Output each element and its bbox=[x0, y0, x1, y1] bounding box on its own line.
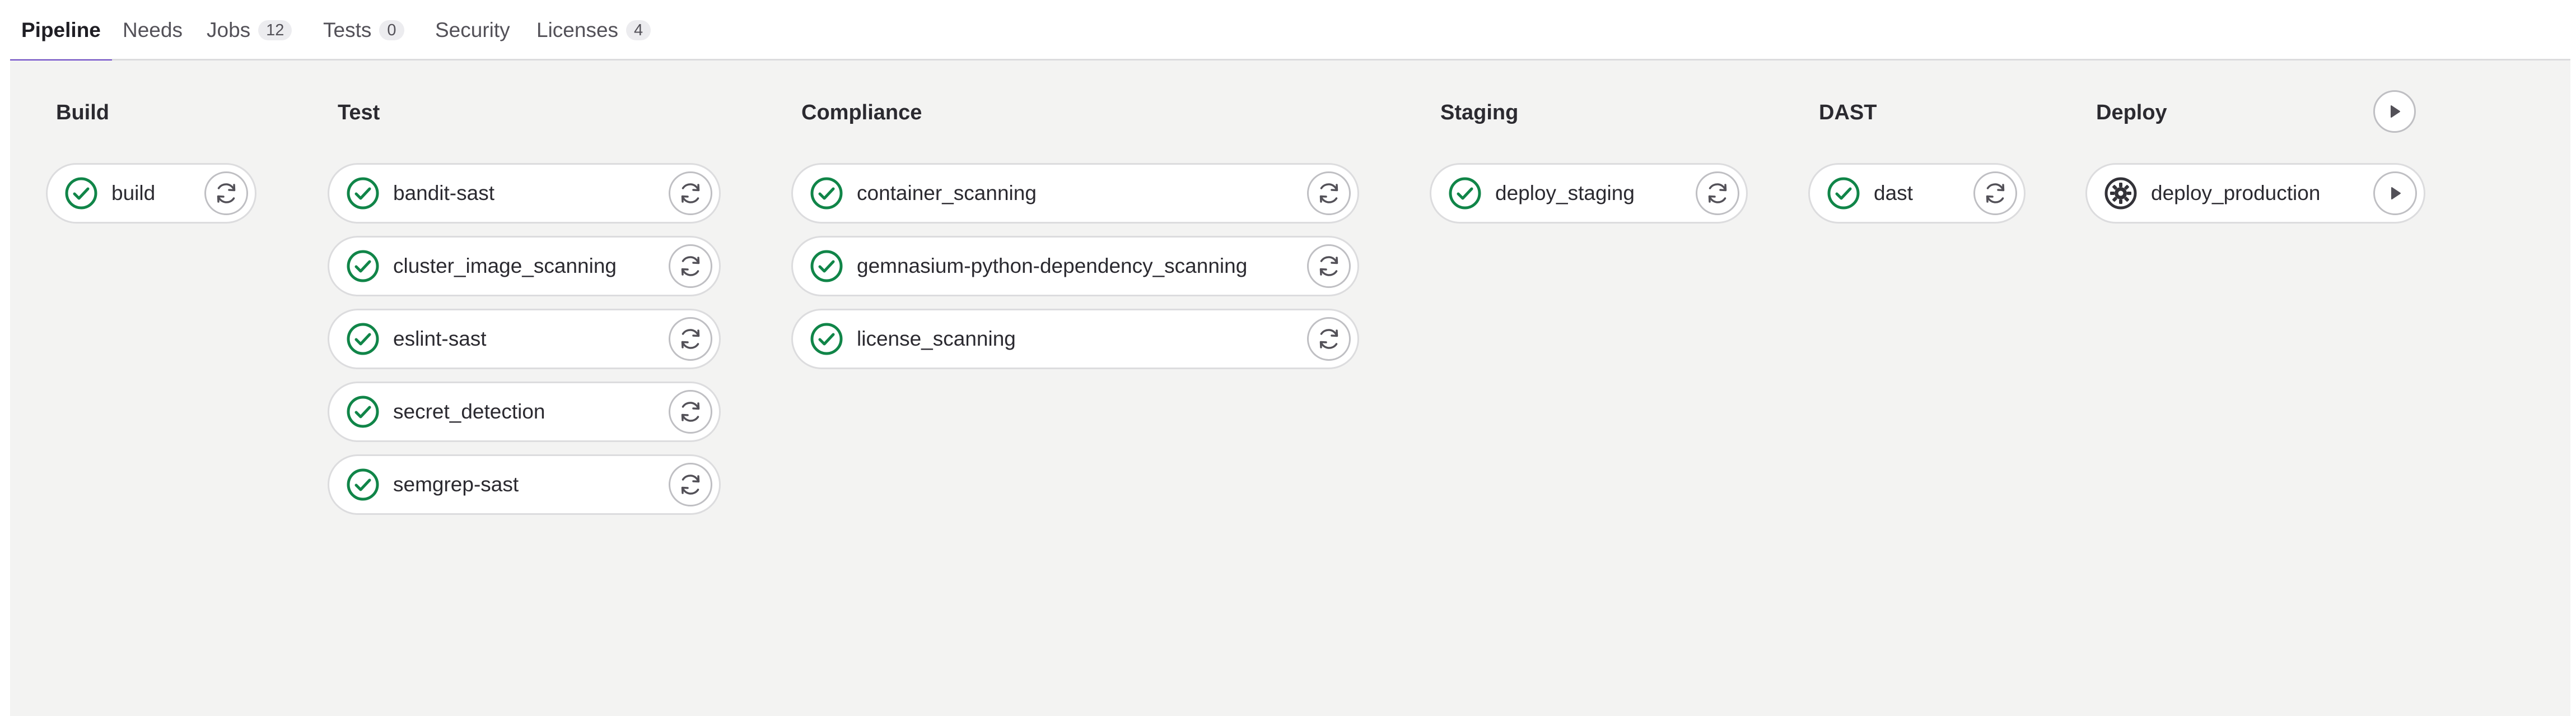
count-badge: 12 bbox=[258, 20, 292, 40]
tab-tests[interactable]: Tests 0 bbox=[323, 0, 404, 61]
job-item[interactable]: bandit-sast bbox=[328, 163, 721, 224]
job-name: license_scanning bbox=[857, 327, 1016, 350]
tab-pipeline[interactable]: Pipeline bbox=[10, 0, 112, 62]
retry-button[interactable] bbox=[1307, 317, 1351, 361]
check-circle-icon bbox=[347, 323, 379, 355]
status-check-circle-icon bbox=[1448, 176, 1482, 210]
job-item[interactable]: gemnasium-python-dependency_scanning bbox=[791, 236, 1359, 296]
status-check-circle-icon bbox=[810, 322, 843, 356]
job-item[interactable]: semgrep-sast bbox=[328, 454, 721, 515]
tab-security[interactable]: Security bbox=[435, 0, 510, 61]
stage-play-button[interactable] bbox=[2373, 90, 2416, 133]
retry-icon bbox=[1986, 183, 2005, 203]
status-check-circle-icon bbox=[346, 322, 380, 356]
status-check-circle-icon bbox=[346, 395, 380, 429]
stage-title: Test bbox=[338, 101, 380, 124]
retry-button[interactable] bbox=[669, 390, 712, 434]
job-name: build bbox=[111, 182, 156, 204]
retry-button[interactable] bbox=[204, 171, 248, 215]
check-circle-icon bbox=[810, 250, 843, 282]
check-circle-icon bbox=[1449, 177, 1481, 210]
stage-title: DAST bbox=[1819, 101, 1877, 124]
check-circle-icon bbox=[810, 177, 843, 210]
count-badge: 0 bbox=[379, 20, 404, 40]
job-name: container_scanning bbox=[857, 182, 1037, 204]
retry-button[interactable] bbox=[669, 171, 712, 215]
status-check-circle-icon bbox=[810, 176, 843, 210]
stage-title: Staging bbox=[1440, 101, 1519, 124]
retry-icon bbox=[681, 256, 700, 276]
job-name: dast bbox=[1874, 182, 1913, 204]
check-circle-icon bbox=[65, 177, 97, 210]
job-name: deploy_production bbox=[2151, 182, 2321, 204]
status-check-circle-icon bbox=[64, 176, 98, 210]
status-check-circle-icon bbox=[346, 468, 380, 501]
retry-button[interactable] bbox=[669, 317, 712, 361]
tab-jobs[interactable]: Jobs 12 bbox=[207, 0, 292, 61]
tab-label: Security bbox=[435, 18, 510, 41]
job-item[interactable]: deploy_production bbox=[2085, 163, 2425, 224]
status-gear-icon bbox=[2104, 176, 2138, 210]
play-icon bbox=[2391, 187, 2401, 199]
tab-label: Needs bbox=[123, 18, 183, 41]
retry-icon bbox=[1319, 329, 1338, 349]
retry-button[interactable] bbox=[1307, 244, 1351, 288]
check-circle-icon bbox=[347, 177, 379, 210]
job-item[interactable]: build bbox=[46, 163, 256, 224]
tab-label: Jobs bbox=[207, 18, 251, 41]
tab-needs[interactable]: Needs bbox=[123, 0, 183, 61]
job-item[interactable]: dast bbox=[1808, 163, 2026, 224]
job-name: eslint-sast bbox=[393, 327, 487, 350]
check-circle-icon bbox=[347, 396, 379, 428]
job-name: cluster_image_scanning bbox=[393, 254, 617, 277]
retry-button[interactable] bbox=[1696, 171, 1739, 215]
retry-icon bbox=[1708, 183, 1727, 203]
retry-icon bbox=[1319, 183, 1338, 203]
play-button[interactable] bbox=[2373, 171, 2417, 215]
retry-icon bbox=[217, 183, 236, 203]
check-circle-icon bbox=[347, 250, 379, 282]
job-item[interactable]: container_scanning bbox=[791, 163, 1359, 224]
tab-label: Licenses bbox=[536, 18, 619, 41]
check-circle-icon bbox=[810, 323, 843, 355]
retry-icon bbox=[681, 329, 700, 349]
job-item[interactable]: license_scanning bbox=[791, 309, 1359, 369]
job-name: semgrep-sast bbox=[393, 473, 519, 496]
play-icon bbox=[2391, 105, 2400, 118]
gear-icon bbox=[2104, 177, 2137, 210]
tab-licenses[interactable]: Licenses 4 bbox=[536, 0, 651, 61]
status-check-circle-icon bbox=[346, 249, 380, 283]
job-name: bandit-sast bbox=[393, 182, 494, 204]
check-circle-icon bbox=[1827, 177, 1860, 210]
retry-button[interactable] bbox=[1973, 171, 2017, 215]
retry-icon bbox=[1319, 256, 1338, 276]
retry-icon bbox=[681, 402, 700, 422]
job-name: deploy_staging bbox=[1495, 182, 1635, 204]
stage-title: Deploy bbox=[2096, 101, 2167, 124]
retry-button[interactable] bbox=[669, 463, 712, 506]
retry-icon bbox=[681, 183, 700, 203]
check-circle-icon bbox=[347, 468, 379, 501]
job-item[interactable]: deploy_staging bbox=[1430, 163, 1748, 224]
pipeline-graph: Build build Test bandit-sast cluster_image_s… bbox=[10, 61, 2570, 716]
status-check-circle-icon bbox=[810, 249, 843, 283]
retry-button[interactable] bbox=[1307, 171, 1351, 215]
retry-icon bbox=[681, 475, 700, 495]
pipeline-tabs: Pipeline Needs Jobs 12 Tests 0 Security … bbox=[10, 0, 2570, 62]
job-item[interactable]: eslint-sast bbox=[328, 309, 721, 369]
stage-title: Compliance bbox=[801, 101, 922, 124]
job-name: gemnasium-python-dependency_scanning bbox=[857, 254, 1248, 277]
job-item[interactable]: secret_detection bbox=[328, 382, 721, 442]
status-check-circle-icon bbox=[1827, 176, 1860, 210]
stage-title: Build bbox=[56, 101, 109, 124]
job-name: secret_detection bbox=[393, 400, 545, 423]
retry-button[interactable] bbox=[669, 244, 712, 288]
tab-label: Tests bbox=[323, 18, 372, 41]
status-check-circle-icon bbox=[346, 176, 380, 210]
job-item[interactable]: cluster_image_scanning bbox=[328, 236, 721, 296]
count-badge: 4 bbox=[626, 20, 651, 40]
tab-label: Pipeline bbox=[21, 18, 101, 41]
